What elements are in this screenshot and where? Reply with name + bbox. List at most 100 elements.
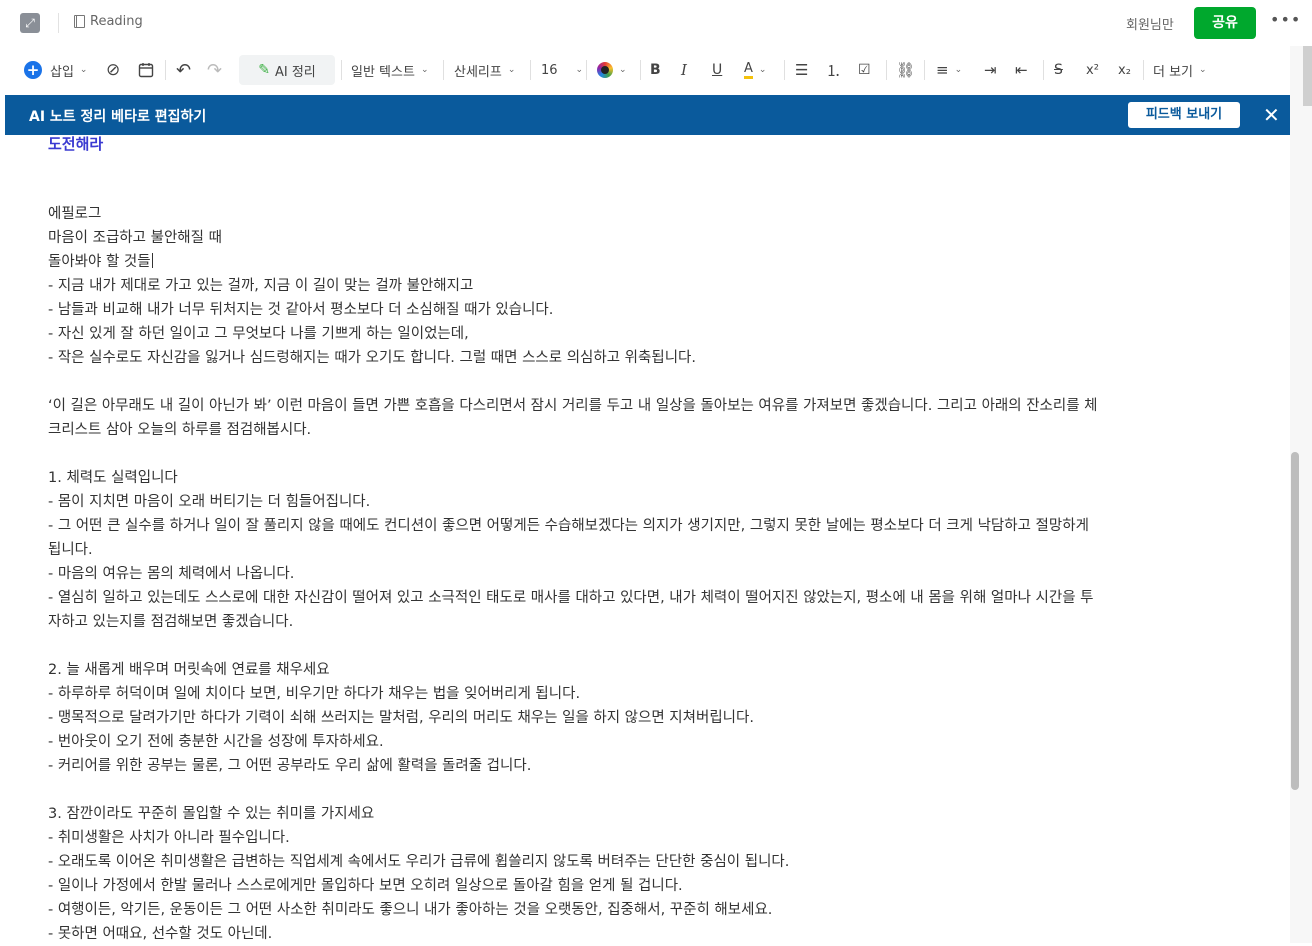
font-size-label: 16 bbox=[541, 62, 558, 78]
subscript-icon[interactable]: x₂ bbox=[1118, 50, 1131, 90]
divider bbox=[1043, 60, 1044, 80]
numbered-list-icon[interactable]: ⒈ bbox=[826, 50, 841, 90]
redo-icon[interactable]: ↷ bbox=[207, 50, 222, 90]
font-dropdown[interactable]: 산세리프 ⌄ bbox=[454, 50, 515, 90]
close-icon[interactable]: ✕ bbox=[1263, 103, 1280, 127]
link-icon[interactable]: ⛓ bbox=[896, 50, 915, 90]
note-line: 2. 늘 새롭게 배우며 머릿속에 연료를 채우세요 bbox=[48, 662, 330, 678]
divider bbox=[443, 60, 444, 80]
ai-beta-banner: AI 노트 정리 베타로 편집하기 피드백 보내기 ✕ bbox=[5, 95, 1290, 135]
chevron-down-icon: ⌄ bbox=[954, 65, 963, 75]
divider bbox=[640, 60, 641, 80]
note-line: - 마음의 여유는 몸의 체력에서 나옵니다. bbox=[48, 566, 295, 582]
divider bbox=[530, 60, 531, 80]
ai-organize-label: AI 정리 bbox=[274, 64, 316, 80]
divider bbox=[58, 13, 59, 33]
note-line: - 그 어떤 큰 실수를 하거나 일이 잘 풀리지 않을 때에도 컨디션이 좋으… bbox=[48, 518, 1089, 534]
note-line: - 열심히 일하고 있는데도 스스로에 대한 자신감이 떨어져 있고 소극적인 … bbox=[48, 590, 1094, 606]
bold-icon[interactable]: B bbox=[650, 50, 661, 90]
note-line: - 커리어를 위한 공부는 물론, 그 어떤 공부라도 우리 삶에 활력을 돌려… bbox=[48, 758, 532, 774]
highlight-button[interactable]: A ⌄ bbox=[744, 50, 766, 90]
note-line: 1. 체력도 실력입니다 bbox=[48, 470, 178, 486]
banner-title: AI 노트 정리 베타로 편집하기 bbox=[29, 109, 207, 125]
divider bbox=[924, 60, 925, 80]
text-color-picker[interactable]: ⌄ bbox=[597, 50, 627, 90]
note-line: 크리스트 삼아 오늘의 하루를 점검해봅시다. bbox=[48, 422, 312, 438]
notebook-label: Reading bbox=[90, 14, 143, 29]
note-line: - 하루하루 허덕이며 일에 치이다 보면, 비우기만 하다가 채우는 법을 잊… bbox=[48, 686, 581, 702]
note-line: 됩니다. bbox=[48, 542, 93, 558]
superscript-icon[interactable]: x² bbox=[1086, 50, 1099, 90]
bullet-list-icon[interactable]: ☰ bbox=[795, 50, 808, 90]
chevron-down-icon: ⌄ bbox=[575, 65, 584, 75]
insert-label: 삽입 bbox=[50, 64, 74, 80]
note-line: 에필로그 bbox=[48, 206, 102, 222]
note-line: - 맹목적으로 달려가기만 하다가 기력이 쇠해 쓰러지는 말처럼, 우리의 머… bbox=[48, 710, 754, 726]
chevron-down-icon: ⌄ bbox=[507, 65, 516, 75]
divider bbox=[165, 60, 166, 80]
note-line: - 일이나 가정에서 한발 물러나 스스로에게만 몰입하다 보면 오히려 일상으… bbox=[48, 878, 683, 894]
notebook-selector[interactable]: Reading bbox=[74, 14, 143, 29]
divider bbox=[886, 60, 887, 80]
text-cursor bbox=[151, 253, 153, 268]
note-line: - 번아웃이 오기 전에 충분한 시간을 성장에 투자하세요. bbox=[48, 734, 384, 750]
note-line: - 자신 있게 잘 하던 일이고 그 무엇보다 나를 기쁘게 하는 일이었는데, bbox=[48, 326, 469, 342]
strikethrough-icon[interactable]: S bbox=[1054, 50, 1063, 90]
highlighter-icon: A bbox=[744, 61, 753, 79]
ai-sparkle-icon: ✎ bbox=[258, 62, 270, 78]
note-line: 3. 잠깐이라도 꾸준히 몰입할 수 있는 취미를 가지세요 bbox=[48, 806, 375, 822]
note-line: - 몸이 지치면 마음이 오래 버티기는 더 힘들어집니다. bbox=[48, 494, 371, 510]
more-options-icon[interactable]: ••• bbox=[1270, 10, 1301, 29]
checklist-icon[interactable]: ☑ bbox=[858, 50, 871, 90]
more-formatting-label: 더 보기 bbox=[1153, 64, 1194, 80]
calendar-icon[interactable] bbox=[138, 50, 154, 90]
align-left-icon: ≡ bbox=[936, 61, 949, 79]
note-line: - 여행이든, 악기든, 운동이든 그 어떤 사소한 취미라도 좋으니 내가 좋… bbox=[48, 902, 773, 918]
indent-icon[interactable]: ⇥ bbox=[984, 50, 997, 90]
formatting-toolbar: + 삽입 ⌄ ⊘ ↶ ↷ ✎ AI 정리 일반 텍스트 ⌄ 산세리프 ⌄ 16 … bbox=[0, 50, 1312, 90]
notebook-icon bbox=[74, 15, 85, 28]
note-line: 돌아봐야 할 것들 bbox=[48, 253, 153, 270]
share-button[interactable]: 공유 bbox=[1194, 7, 1256, 39]
font-size-dropdown[interactable]: 16 ⌄ bbox=[541, 50, 583, 90]
divider bbox=[784, 60, 785, 80]
chevron-down-icon: ⌄ bbox=[79, 65, 88, 75]
outdent-icon[interactable]: ⇤ bbox=[1015, 50, 1028, 90]
send-feedback-button[interactable]: 피드백 보내기 bbox=[1128, 102, 1240, 128]
chevron-down-icon: ⌄ bbox=[420, 65, 429, 75]
ai-organize-button[interactable]: ✎ AI 정리 bbox=[239, 55, 335, 85]
color-wheel-icon bbox=[597, 62, 613, 78]
chevron-down-icon: ⌄ bbox=[1199, 65, 1207, 75]
task-icon[interactable]: ⊘ bbox=[106, 50, 120, 90]
undo-icon[interactable]: ↶ bbox=[176, 50, 191, 90]
align-button[interactable]: ≡ ⌄ bbox=[936, 50, 962, 90]
expand-icon[interactable]: ⤢ bbox=[20, 13, 40, 33]
divider bbox=[341, 60, 342, 80]
plus-icon: + bbox=[24, 61, 42, 79]
note-line: - 지금 내가 제대로 가고 있는 걸까, 지금 이 길이 맞는 걸까 불안해지… bbox=[48, 278, 474, 294]
note-line: - 남들과 비교해 내가 너무 뒤처지는 것 같아서 평소보다 더 소심해질 때… bbox=[48, 302, 554, 318]
scrollbar-top bbox=[1303, 46, 1312, 106]
insert-button[interactable]: + 삽입 ⌄ bbox=[24, 50, 87, 90]
divider bbox=[586, 60, 587, 80]
note-line: ‘이 길은 아무래도 내 길이 아닌가 봐’ 이런 마음이 들면 가쁜 호흡을 … bbox=[48, 398, 1098, 414]
note-line: - 취미생활은 사치가 아니라 필수입니다. bbox=[48, 830, 290, 846]
divider bbox=[1143, 60, 1144, 80]
note-line: - 못하면 어때요, 선수할 것도 아닌데. bbox=[48, 926, 273, 942]
note-line: 자하고 있는지를 점검해보면 좋겠습니다. bbox=[48, 614, 294, 630]
italic-icon[interactable]: I bbox=[681, 50, 687, 90]
sharing-status[interactable]: 회원님만 bbox=[1126, 14, 1174, 33]
note-line: - 작은 실수로도 자신감을 잃거나 심드렁해지는 때가 오기도 합니다. 그럴… bbox=[48, 350, 696, 366]
note-line: 마음이 조급하고 불안해질 때 bbox=[48, 230, 222, 246]
text-style-dropdown[interactable]: 일반 텍스트 ⌄ bbox=[351, 50, 428, 90]
chevron-down-icon: ⌄ bbox=[758, 65, 767, 75]
font-label: 산세리프 bbox=[454, 64, 502, 80]
chevron-down-icon: ⌄ bbox=[619, 65, 627, 75]
underline-icon[interactable]: U bbox=[712, 50, 722, 90]
note-line: - 오래도록 이어온 취미생활은 급변하는 직업세계 속에서도 우리가 급류에 … bbox=[48, 854, 790, 870]
note-heading: 도전해라 bbox=[48, 135, 104, 153]
more-formatting-dropdown[interactable]: 더 보기 ⌄ bbox=[1153, 50, 1207, 90]
text-style-label: 일반 텍스트 bbox=[351, 64, 415, 80]
scrollbar-thumb[interactable] bbox=[1291, 452, 1299, 790]
top-bar: ⤢ Reading 회원님만 공유 ••• bbox=[0, 0, 1312, 46]
